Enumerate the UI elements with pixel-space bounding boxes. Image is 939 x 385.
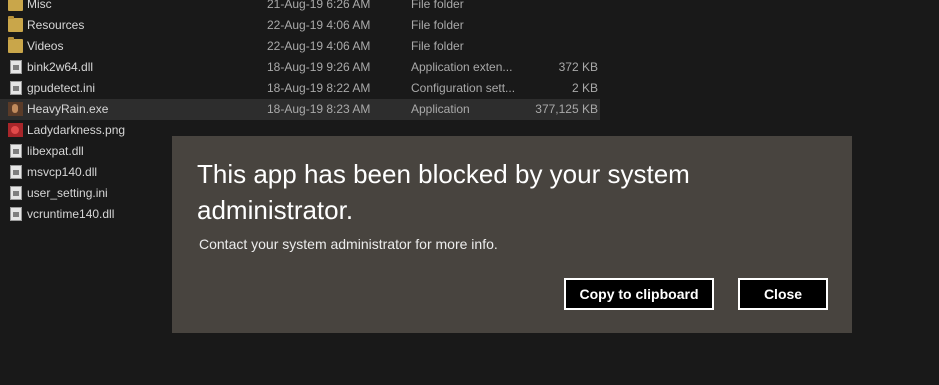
file-type: File folder	[411, 18, 464, 32]
file-name: HeavyRain.exe	[27, 102, 109, 116]
close-button[interactable]: Close	[738, 278, 828, 310]
dialog-message: Contact your system administrator for mo…	[199, 236, 498, 252]
folder-icon	[8, 16, 23, 32]
file-name: Misc	[27, 0, 52, 11]
file-name: user_setting.ini	[27, 186, 108, 200]
file-row-videos[interactable]: Videos 22-Aug-19 4:06 AM File folder	[0, 36, 600, 57]
file-name: bink2w64.dll	[27, 60, 94, 74]
file-row-heavyrain[interactable]: HeavyRain.exe 18-Aug-19 8:23 AM Applicat…	[0, 99, 600, 120]
file-date: 22-Aug-19 4:06 AM	[267, 39, 371, 53]
file-type: File folder	[411, 39, 464, 53]
app-blocked-dialog: This app has been blocked by your system…	[172, 136, 852, 333]
file-size: 377,125 KB	[535, 102, 598, 116]
dialog-title: This app has been blocked by your system…	[197, 159, 690, 225]
file-name: msvcp140.dll	[27, 165, 98, 179]
file-type: File folder	[411, 0, 464, 11]
ini-file-icon	[10, 81, 22, 95]
file-date: 22-Aug-19 4:06 AM	[267, 18, 371, 32]
file-name: gpudetect.ini	[27, 81, 96, 95]
file-type: Application exten...	[411, 60, 513, 74]
file-name: libexpat.dll	[27, 144, 84, 158]
copy-to-clipboard-button[interactable]: Copy to clipboard	[564, 278, 714, 310]
dll-file-icon	[10, 165, 22, 179]
file-row-gpudetect[interactable]: gpudetect.ini 18-Aug-19 8:22 AM Configur…	[0, 78, 600, 99]
dll-file-icon	[10, 207, 22, 221]
exe-app-icon	[8, 102, 23, 116]
dll-file-icon	[10, 144, 22, 158]
png-image-icon	[8, 123, 23, 137]
file-type: Configuration sett...	[411, 81, 516, 95]
file-date: 18-Aug-19 9:26 AM	[267, 60, 371, 74]
file-size: 372 KB	[558, 60, 598, 74]
file-name: Ladydarkness.png	[27, 123, 126, 137]
file-row-resources[interactable]: Resources 22-Aug-19 4:06 AM File folder	[0, 15, 600, 36]
file-date: 18-Aug-19 8:22 AM	[267, 81, 371, 95]
file-row-bink2w64[interactable]: bink2w64.dll 18-Aug-19 9:26 AM Applicati…	[0, 57, 600, 78]
file-row-misc[interactable]: Misc 21-Aug-19 6:26 AM File folder	[0, 0, 600, 15]
file-size: 2 KB	[571, 81, 598, 95]
ini-file-icon	[10, 186, 22, 200]
file-date: 21-Aug-19 6:26 AM	[267, 0, 371, 11]
dll-file-icon	[10, 60, 22, 74]
folder-icon	[8, 37, 23, 53]
file-name: Resources	[27, 18, 85, 32]
file-name: vcruntime140.dll	[27, 207, 115, 221]
file-date: 18-Aug-19 8:23 AM	[267, 102, 371, 116]
file-type: Application	[411, 102, 470, 116]
folder-icon	[8, 0, 23, 11]
file-name: Videos	[27, 39, 64, 53]
